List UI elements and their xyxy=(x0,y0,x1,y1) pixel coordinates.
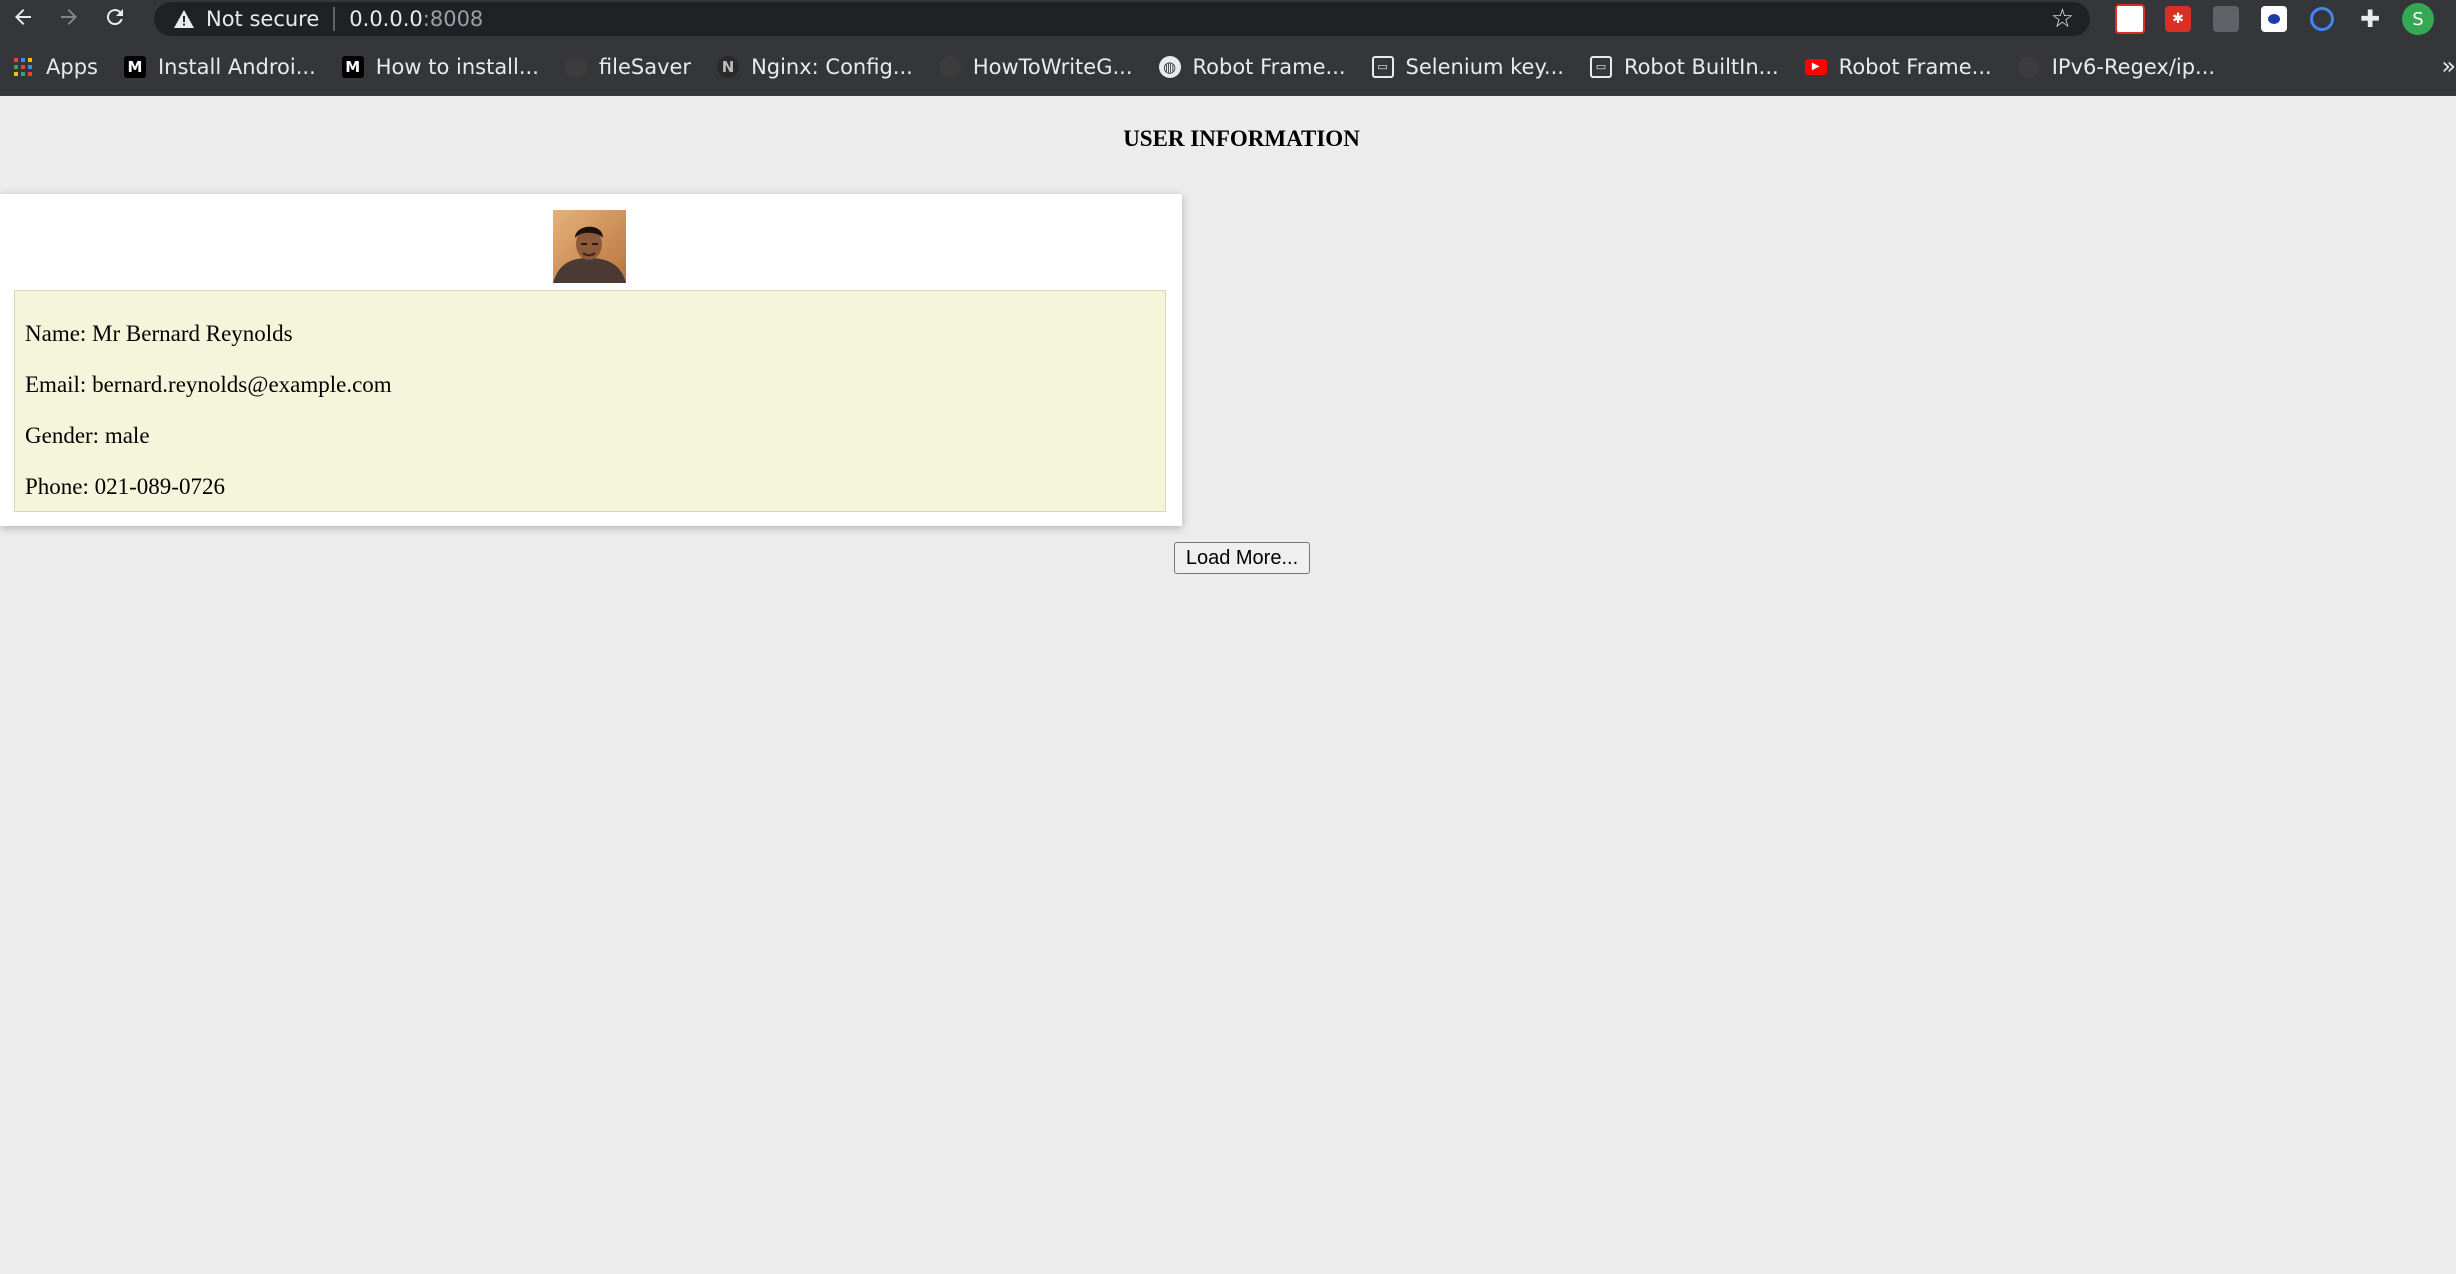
profile-avatar: S xyxy=(2402,3,2434,35)
forward-button[interactable] xyxy=(46,0,92,38)
nginx-icon: N xyxy=(717,55,740,78)
bookmarks-overflow-button[interactable]: » xyxy=(2441,52,2456,80)
github-icon xyxy=(2017,55,2040,78)
bookmark-label: Robot BuiltIn... xyxy=(1623,54,1779,79)
extension-button[interactable] xyxy=(2250,0,2298,38)
browser-toolbar: Not secure 0.0.0.0 :8008 ☆ ✱ ✚ S xyxy=(0,0,2456,38)
extension-button[interactable] xyxy=(2298,0,2346,38)
bookmark-item[interactable]: M Install Androi... xyxy=(123,47,328,87)
extension-red-icon xyxy=(2115,4,2145,34)
user-email: Email: bernard.reynolds@example.com xyxy=(25,372,392,397)
arrow-right-icon xyxy=(57,5,81,34)
puzzle-icon: ✚ xyxy=(2359,5,2381,33)
security-status[interactable]: Not secure xyxy=(206,7,319,31)
reload-button[interactable] xyxy=(92,0,138,38)
bookmark-item[interactable]: IPv6-Regex/ip... xyxy=(2017,47,2227,87)
user-photo xyxy=(553,210,626,283)
extensions-menu-button[interactable]: ✚ xyxy=(2346,0,2394,38)
user-gender: Gender: male xyxy=(25,423,150,448)
user-name: Name: Mr Bernard Reynolds xyxy=(25,321,293,346)
extension-button[interactable]: ✱ xyxy=(2154,0,2202,38)
medium-icon: M xyxy=(123,55,146,78)
address-divider xyxy=(333,7,336,31)
bookmark-label: Nginx: Config... xyxy=(751,54,913,79)
robot-icon: ▭ xyxy=(1589,55,1612,78)
bookmark-item[interactable]: ▭ Selenium key... xyxy=(1371,47,1576,87)
extensions-area: ✱ ✚ S xyxy=(2106,0,2442,38)
extension-search-icon xyxy=(2310,7,2334,31)
youtube-icon: ▶ xyxy=(1804,58,1827,75)
warning-icon[interactable] xyxy=(172,7,196,31)
apps-grid-icon xyxy=(12,56,34,78)
user-details: Name: Mr Bernard Reynolds Email: bernard… xyxy=(14,290,1166,512)
bookmark-label: Robot Frame... xyxy=(1838,54,1992,79)
user-phone: Phone: 021-089-0726 xyxy=(25,474,225,499)
profile-button[interactable]: S xyxy=(2394,0,2442,38)
bookmark-label: Robot Frame... xyxy=(1192,54,1346,79)
back-button[interactable] xyxy=(0,0,46,38)
medium-icon: M xyxy=(341,55,364,78)
bookmark-label: How to install... xyxy=(375,54,539,79)
user-card: Name: Mr Bernard Reynolds Email: bernard… xyxy=(0,194,1182,526)
bookmark-item[interactable]: ◍ Robot Frame... xyxy=(1158,47,1358,87)
bookmark-item[interactable]: fileSaver xyxy=(564,47,703,87)
bookmark-item[interactable]: HowToWriteG... xyxy=(938,47,1145,87)
github-icon xyxy=(564,55,587,78)
bookmark-label: HowToWriteG... xyxy=(972,54,1133,79)
url-port[interactable]: :8008 xyxy=(423,7,484,31)
page-title: USER INFORMATION xyxy=(1123,126,1360,151)
bookmark-label: fileSaver xyxy=(598,54,692,79)
extension-button[interactable] xyxy=(2106,0,2154,38)
extension-flag-icon xyxy=(2261,6,2287,32)
bookmark-star-icon[interactable]: ☆ xyxy=(2051,6,2074,32)
bookmark-item[interactable]: N Nginx: Config... xyxy=(717,47,925,87)
extension-grey-icon xyxy=(2213,6,2239,32)
bookmark-item[interactable]: ▶ Robot Frame... xyxy=(1804,47,2004,87)
bookmark-label: Install Androi... xyxy=(157,54,316,79)
bookmark-item[interactable]: M How to install... xyxy=(341,47,551,87)
bookmark-apps[interactable]: Apps xyxy=(12,47,110,87)
reload-icon xyxy=(103,5,127,34)
bookmark-label: IPv6-Regex/ip... xyxy=(2051,54,2216,79)
robot-icon: ▭ xyxy=(1371,55,1394,78)
bookmark-label: Selenium key... xyxy=(1405,54,1564,79)
arrow-left-icon xyxy=(11,5,35,34)
bookmark-label: Apps xyxy=(46,54,98,79)
bookmarks-bar: Apps M Install Androi... M How to instal… xyxy=(0,38,2456,96)
extension-button[interactable] xyxy=(2202,0,2250,38)
bookmark-item[interactable]: ▭ Robot BuiltIn... xyxy=(1589,47,1791,87)
load-more-button[interactable]: Load More... xyxy=(1174,542,1310,574)
extension-puzzle-red-icon: ✱ xyxy=(2165,6,2191,32)
address-bar[interactable]: Not secure 0.0.0.0 :8008 ☆ xyxy=(154,2,2090,36)
globe-icon: ◍ xyxy=(1158,55,1181,78)
url-host[interactable]: 0.0.0.0 xyxy=(349,7,422,31)
github-icon xyxy=(938,55,961,78)
